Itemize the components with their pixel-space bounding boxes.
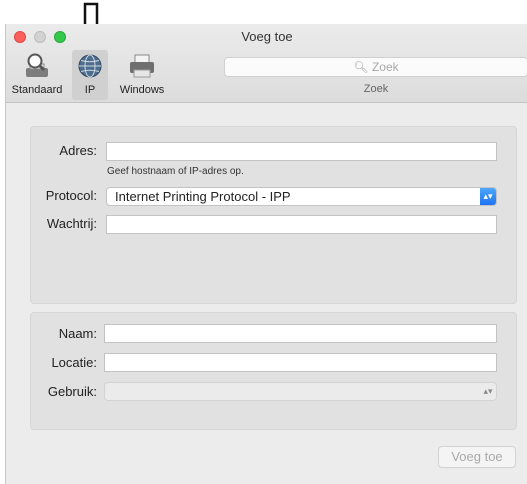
globe-icon	[78, 54, 102, 78]
use-select[interactable]: ▴▾	[104, 382, 497, 401]
toolbar: Voeg toe Standaard IP Windows 🔍︎ Zoek Zo…	[6, 24, 527, 103]
search-field[interactable]: 🔍︎ Zoek	[224, 57, 527, 77]
window-title: Voeg toe	[241, 29, 293, 44]
search-icon: 🔍︎	[353, 60, 369, 74]
connection-panel: Adres: Geef hostnaam of IP-adres op. Pro…	[30, 126, 517, 304]
queue-field[interactable]	[106, 215, 497, 234]
protocol-select[interactable]: Internet Printing Protocol - IPP ▴▾	[106, 187, 497, 206]
use-label: Gebruik:	[47, 384, 97, 399]
tab-ip-label: IP	[84, 84, 96, 96]
details-panel: Naam: Locatie: Gebruik: ▴▾	[30, 312, 517, 430]
address-label: Adres:	[59, 143, 97, 158]
tab-standaard-label: Standaard	[11, 84, 63, 96]
protocol-label: Protocol:	[45, 188, 97, 203]
name-field[interactable]	[104, 324, 497, 343]
name-label: Naam:	[58, 326, 97, 341]
magnifier-printer-icon	[26, 53, 48, 77]
queue-label: Wachtrij:	[46, 216, 97, 231]
location-label: Locatie:	[51, 355, 97, 370]
tab-standaard[interactable]: Standaard	[6, 50, 68, 100]
chevron-updown-icon: ▴▾	[480, 188, 496, 205]
add-button[interactable]: Voeg toe	[438, 446, 516, 468]
add-printer-window: Voeg toe Standaard IP Windows 🔍︎ Zoek Zo…	[5, 24, 527, 484]
chevron-updown-icon: ▴▾	[483, 386, 493, 396]
tab-windows[interactable]: Windows	[112, 50, 172, 100]
location-field[interactable]	[104, 353, 497, 372]
search-label: Zoek	[363, 83, 389, 95]
address-field[interactable]	[106, 142, 497, 161]
protocol-value: Internet Printing Protocol - IPP	[115, 189, 291, 204]
search-placeholder: Zoek	[371, 60, 399, 74]
tab-ip[interactable]: IP	[72, 50, 108, 100]
address-hint: Geef hostnaam of IP-adres op.	[107, 166, 244, 177]
printer-icon	[130, 54, 154, 78]
tab-windows-label: Windows	[119, 84, 165, 96]
